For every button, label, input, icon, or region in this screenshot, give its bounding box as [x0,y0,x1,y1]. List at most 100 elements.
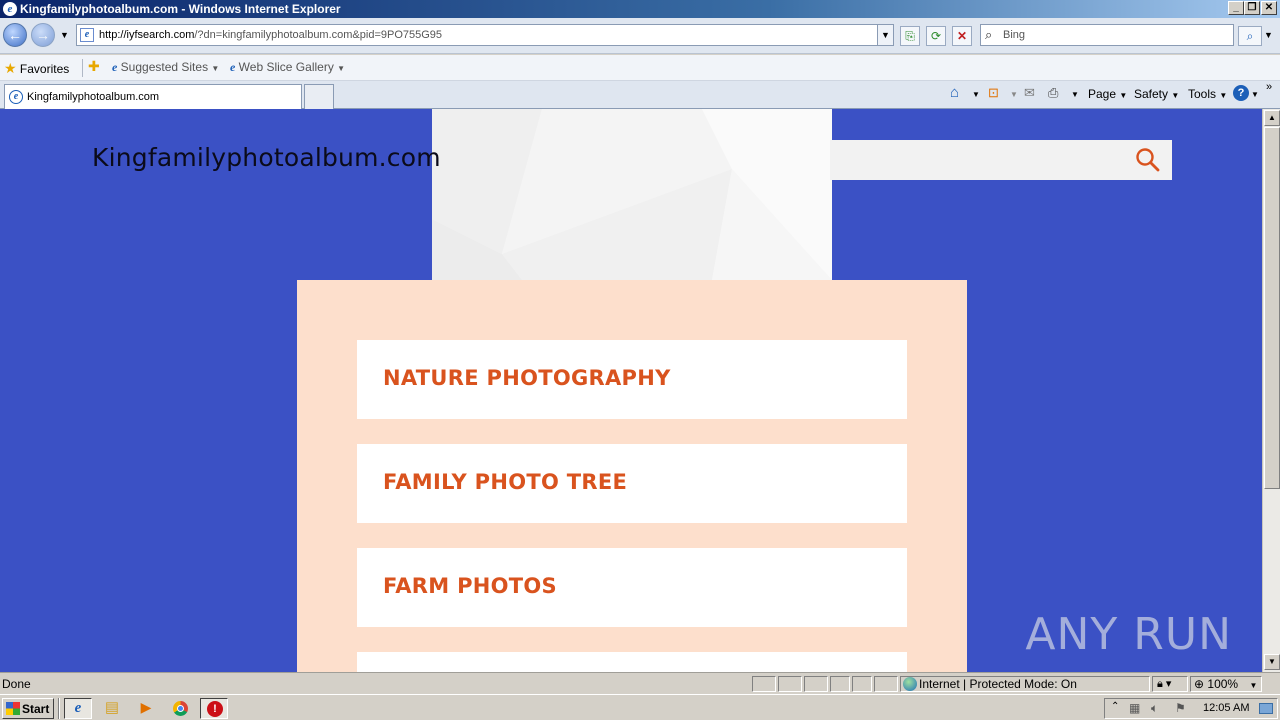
page-icon: e [80,28,94,42]
taskbar: Start e ▤ ▶ ! ⌃ ▦ 🔈︎ ⚑ 12:05 AM [0,694,1280,720]
show-desktop-icon[interactable] [1259,703,1273,714]
status-cell [804,676,828,692]
scroll-down-button[interactable]: ▼ [1264,654,1280,670]
taskbar-ie-button[interactable]: e [64,698,92,719]
vertical-scrollbar[interactable]: ▲ ▼ [1262,109,1280,672]
show-hidden-icons[interactable]: ⌃ [1111,701,1119,712]
address-dropdown-icon[interactable]: ▼ [877,25,893,45]
tab-bar: e Kingfamilyphotoalbum.com ⌂ ▼ ⊡ ▼ ✉ ⎙ ▼… [0,81,1280,109]
refresh-icon[interactable]: ⟳ [926,26,946,46]
status-cell [830,676,850,692]
suggested-sites-button[interactable]: e Suggested Sites ▼ [112,60,219,75]
tab-label: Kingfamilyphotoalbum.com [27,91,160,103]
site-search-input[interactable] [830,140,1172,180]
scroll-thumb[interactable] [1264,127,1280,489]
opera-icon: ! [207,701,223,717]
restore-button[interactable]: ❐ [1244,1,1260,15]
taskbar-divider [58,698,60,719]
start-label: Start [22,702,50,716]
ie-page-icon: e [112,60,118,74]
print-dropdown-icon[interactable]: ▼ [1071,90,1079,99]
help-dropdown-icon[interactable]: ▼ [1251,90,1259,99]
link-card-partial[interactable] [357,652,907,672]
protected-mode-button[interactable]: 🔒︎ ▾ [1152,676,1188,692]
windows-logo-icon [6,702,20,715]
site-title: Kingfamilyphotoalbum.com [92,143,441,172]
link-label[interactable]: FARM PHOTOS [383,574,557,598]
home-icon[interactable]: ⌂ [950,84,959,101]
volume-icon[interactable]: 🔈︎ [1151,701,1158,716]
links-panel: NATURE PHOTOGRAPHY FAMILY PHOTO TREE FAR… [297,280,967,672]
link-card-family-photo-tree[interactable]: FAMILY PHOTO TREE [357,444,907,523]
tab-kingfamilyphotoalbum[interactable]: e Kingfamilyphotoalbum.com [4,84,302,109]
taskbar-media-player-icon[interactable]: ▶ [132,698,160,719]
feeds-icon[interactable]: ⊡ [988,85,999,101]
safety-menu[interactable]: Safety ▼ [1134,87,1179,101]
address-bar[interactable]: e http://iyfsearch.com/?dn=kingfamilypho… [76,24,894,46]
chevron-down-icon: ▼ [211,64,220,73]
status-cell [778,676,802,692]
hero-pattern [432,109,832,280]
forward-button[interactable]: → [31,23,55,47]
web-slice-gallery-button[interactable]: e Web Slice Gallery ▼ [230,60,345,75]
search-options-icon[interactable]: ▼ [1264,30,1273,40]
link-label[interactable]: NATURE PHOTOGRAPHY [383,366,671,390]
ie-page-icon: e [230,60,236,74]
clock[interactable]: 12:05 AM [1203,702,1249,714]
home-dropdown-icon[interactable]: ▼ [972,90,980,99]
status-bar: Done Internet | Protected Mode: On 🔒︎ ▾ … [0,672,1280,694]
chevron-down-icon: ▼ [1249,681,1258,690]
link-label[interactable]: FAMILY PHOTO TREE [383,470,627,494]
more-commands-icon[interactable]: » [1266,81,1272,93]
status-cell [874,676,898,692]
stop-icon[interactable]: ✕ [952,26,972,46]
star-icon: ★ [4,60,17,76]
window-title-bar: e Kingfamilyphotoalbum.com - Windows Int… [0,0,1280,18]
divider [82,59,83,77]
zoom-icon: ⊕ [1194,677,1205,691]
anyrun-watermark: ANY RUN [1025,609,1232,660]
system-tray: ⌃ ▦ 🔈︎ ⚑ 12:05 AM [1104,698,1278,719]
favorites-button[interactable]: ★ Favorites [4,60,69,77]
feeds-dropdown-icon[interactable]: ▼ [1010,90,1018,99]
taskbar-explorer-icon[interactable]: ▤ [98,698,126,719]
search-go-icon[interactable]: ⌕ [1238,26,1262,46]
favorites-bar: ★ Favorites ✚ e Suggested Sites ▼ e Web … [0,55,1280,81]
back-button[interactable]: ← [3,23,27,47]
search-icon[interactable] [1134,146,1162,174]
address-url: http://iyfsearch.com/?dn=kingfamilyphoto… [99,29,443,41]
tools-menu[interactable]: Tools ▼ [1188,87,1227,101]
hero-image [432,109,832,280]
network-icon[interactable]: ▦ [1129,701,1140,715]
zoom-control[interactable]: ⊕ 100% ▼ [1190,676,1262,692]
taskbar-opera-button[interactable]: ! [200,698,228,719]
start-button[interactable]: Start [2,698,54,719]
link-card-nature-photography[interactable]: NATURE PHOTOGRAPHY [357,340,907,419]
taskbar-chrome-icon[interactable] [166,698,194,719]
globe-icon [903,677,917,691]
web-slice-gallery-label: Web Slice Gallery [238,60,334,74]
security-zone[interactable]: Internet | Protected Mode: On [900,676,1150,692]
search-box[interactable]: ⌕ Bing [980,24,1234,46]
minimize-button[interactable]: _ [1228,1,1244,15]
mail-icon[interactable]: ✉ [1024,85,1035,101]
search-placeholder: Bing [1003,29,1026,41]
page-menu[interactable]: Page ▼ [1088,87,1127,101]
close-window-button[interactable]: ✕ [1261,1,1277,15]
recent-pages-dropdown-icon[interactable]: ▼ [60,30,69,40]
web-page: Kingfamilyphotoalbum.com NATURE PHOTOGRA… [0,109,1262,672]
add-to-favorites-icon[interactable]: ✚ [88,58,100,75]
zone-text: Internet | Protected Mode: On [919,677,1077,691]
favorites-label: Favorites [19,62,70,76]
action-center-flag-icon[interactable]: ⚑ [1175,701,1186,715]
compatibility-view-icon[interactable]: ⎘ [900,26,920,46]
new-tab-button[interactable] [304,84,334,109]
chevron-down-icon: ▼ [337,64,346,73]
link-card-farm-photos[interactable]: FARM PHOTOS [357,548,907,627]
status-cell [852,676,872,692]
help-icon[interactable]: ? [1233,85,1249,101]
print-icon[interactable]: ⎙ [1048,85,1058,101]
window-title: Kingfamilyphotoalbum.com - Windows Inter… [20,2,341,16]
scroll-up-button[interactable]: ▲ [1264,110,1280,126]
navigation-bar: ← → ▼ e http://iyfsearch.com/?dn=kingfam… [0,18,1280,54]
